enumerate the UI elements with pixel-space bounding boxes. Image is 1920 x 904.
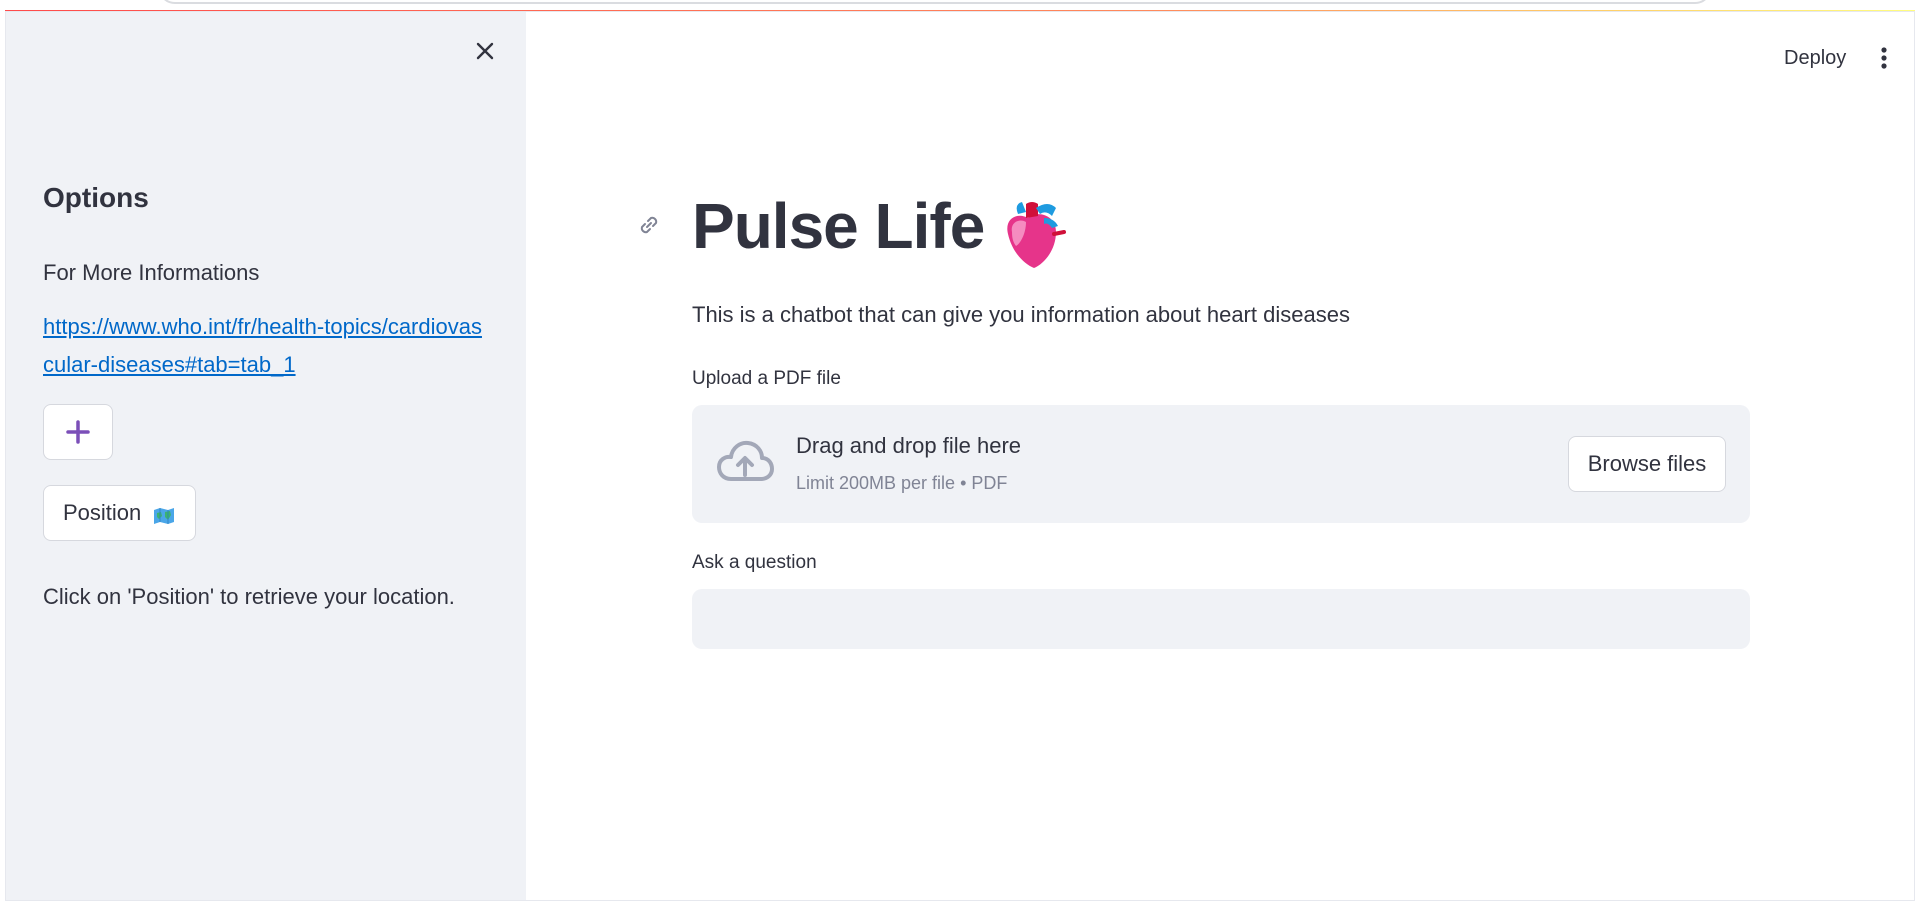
main-menu-button[interactable]: [1868, 38, 1900, 78]
plus-icon: [66, 420, 90, 444]
position-hint: Click on 'Position' to retrieve your loc…: [43, 584, 455, 609]
upload-label: Upload a PDF file: [692, 368, 841, 389]
vertical-dots-icon: [1881, 47, 1887, 69]
app-window: Options For More Informations https://ww…: [5, 11, 1915, 901]
sidebar: Options For More Informations https://ww…: [6, 12, 526, 900]
add-button[interactable]: [43, 404, 113, 460]
deploy-button[interactable]: Deploy: [1772, 38, 1858, 78]
world-map-icon: [153, 505, 175, 524]
browser-address-bar: [158, 0, 1712, 4]
sidebar-title: Options: [43, 182, 149, 213]
sidebar-close-button[interactable]: [470, 36, 500, 66]
sidebar-info-text: For More Informations: [43, 260, 260, 285]
position-button[interactable]: Position: [43, 485, 197, 541]
position-button-label: Position: [63, 500, 142, 525]
dropzone-title: Drag and drop file here: [796, 433, 1022, 458]
anatomical-heart-icon: [998, 194, 1068, 274]
question-label: Ask a question: [692, 552, 817, 573]
cloud-upload-icon: [716, 439, 774, 485]
who-link[interactable]: https://www.who.int/fr/health-topics/car…: [43, 308, 483, 384]
close-icon: [476, 42, 494, 60]
dropzone-limit-text: Limit 200MB per file • PDF: [796, 473, 1008, 493]
file-dropzone[interactable]: Drag and drop file here Limit 200MB per …: [692, 405, 1750, 523]
question-input[interactable]: [692, 589, 1750, 649]
page-title: Pulse Life: [692, 190, 985, 262]
intro-text: This is a chatbot that can give you info…: [692, 302, 1350, 327]
browse-files-button[interactable]: Browse files: [1568, 436, 1726, 492]
anchor-link-icon[interactable]: [634, 210, 664, 240]
